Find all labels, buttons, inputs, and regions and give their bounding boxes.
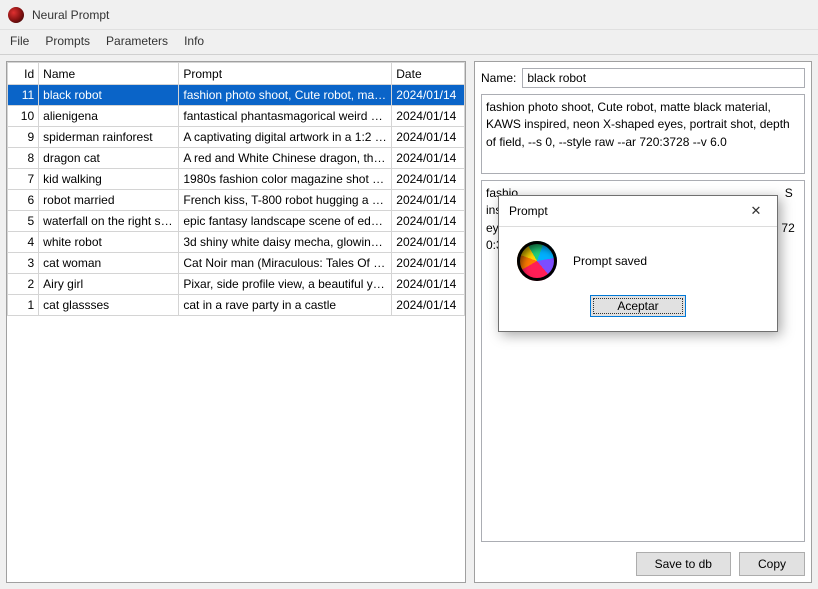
cell-date[interactable]: 2024/01/14 (392, 274, 465, 295)
dialog-title-text: Prompt (509, 204, 548, 218)
table-row[interactable]: 11black robotfashion photo shoot, Cute r… (8, 85, 465, 106)
header-date[interactable]: Date (392, 63, 465, 85)
table-row[interactable]: 6robot marriedFrench kiss, T-800 robot h… (8, 190, 465, 211)
cell-name[interactable]: robot married (39, 190, 179, 211)
cell-name[interactable]: black robot (39, 85, 179, 106)
menu-file[interactable]: File (4, 32, 35, 50)
cell-id[interactable]: 2 (8, 274, 39, 295)
cell-date[interactable]: 2024/01/14 (392, 148, 465, 169)
cell-prompt[interactable]: 3d shiny white daisy mecha, glowing yell… (179, 232, 392, 253)
menubar: File Prompts Parameters Info (0, 30, 818, 52)
table-row[interactable]: 1cat glasssescat in a rave party in a ca… (8, 295, 465, 316)
dialog-body: Prompt saved (499, 227, 777, 291)
table-header-row: Id Name Prompt Date (8, 63, 465, 85)
cell-prompt[interactable]: epic fantasy landscape scene of edge of.… (179, 211, 392, 232)
table-row[interactable]: 5waterfall on the right sideepic fantasy… (8, 211, 465, 232)
dialog-ok-button[interactable]: Aceptar (590, 295, 685, 317)
cell-id[interactable]: 1 (8, 295, 39, 316)
cell-name[interactable]: kid walking (39, 169, 179, 190)
cell-prompt[interactable]: fashion photo shoot, Cute robot, matte .… (179, 85, 392, 106)
cell-prompt[interactable]: fantastical phantasmagorical weird creat… (179, 106, 392, 127)
table-row[interactable]: 10alienigenafantastical phantasmagorical… (8, 106, 465, 127)
dialog-close-button[interactable]: ✕ (743, 202, 769, 220)
cell-date[interactable]: 2024/01/14 (392, 232, 465, 253)
cell-name[interactable]: waterfall on the right side (39, 211, 179, 232)
app-icon (8, 7, 24, 23)
cell-date[interactable]: 2024/01/14 (392, 127, 465, 148)
cell-name[interactable]: alienigena (39, 106, 179, 127)
prompt-text-box[interactable]: fashion photo shoot, Cute robot, matte b… (481, 94, 805, 174)
cell-prompt[interactable]: Pixar, side profile view, a beautiful yo… (179, 274, 392, 295)
cell-prompt[interactable]: A captivating digital artwork in a 1:2 a… (179, 127, 392, 148)
cell-name[interactable]: white robot (39, 232, 179, 253)
cell-id[interactable]: 10 (8, 106, 39, 127)
cell-prompt[interactable]: 1980s fashion color magazine shot again.… (179, 169, 392, 190)
cell-id[interactable]: 8 (8, 148, 39, 169)
titlebar: Neural Prompt (0, 0, 818, 30)
table-row[interactable]: 9spiderman rainforestA captivating digit… (8, 127, 465, 148)
cell-prompt[interactable]: Cat Noir man (Miraculous: Tales Of Lady.… (179, 253, 392, 274)
cell-name[interactable]: dragon cat (39, 148, 179, 169)
dialog-message: Prompt saved (573, 254, 647, 268)
close-icon: ✕ (751, 203, 762, 219)
button-row: Save to db Copy (481, 552, 805, 576)
copy-button[interactable]: Copy (739, 552, 805, 576)
table-row[interactable]: 3cat womanCat Noir man (Miraculous: Tale… (8, 253, 465, 274)
cell-prompt[interactable]: French kiss, T-800 robot hugging a blon.… (179, 190, 392, 211)
cell-id[interactable]: 4 (8, 232, 39, 253)
dialog-footer: Aceptar (499, 291, 777, 331)
cell-prompt[interactable]: cat in a rave party in a castle (179, 295, 392, 316)
cell-id[interactable]: 11 (8, 85, 39, 106)
header-name[interactable]: Name (39, 63, 179, 85)
table-row[interactable]: 4white robot3d shiny white daisy mecha, … (8, 232, 465, 253)
cell-prompt[interactable]: A red and White Chinese dragon, the dr..… (179, 148, 392, 169)
name-label: Name: (481, 71, 516, 85)
name-row: Name: (481, 68, 805, 88)
cell-date[interactable]: 2024/01/14 (392, 211, 465, 232)
cell-date[interactable]: 2024/01/14 (392, 85, 465, 106)
name-input[interactable] (522, 68, 805, 88)
cell-name[interactable]: cat woman (39, 253, 179, 274)
cell-id[interactable]: 5 (8, 211, 39, 232)
cell-id[interactable]: 3 (8, 253, 39, 274)
table-row[interactable]: 8dragon catA red and White Chinese drago… (8, 148, 465, 169)
prompts-table-panel: Id Name Prompt Date 11black robotfashion… (6, 61, 466, 583)
cell-name[interactable]: Airy girl (39, 274, 179, 295)
cell-name[interactable]: spiderman rainforest (39, 127, 179, 148)
app-title: Neural Prompt (32, 8, 109, 22)
cell-name[interactable]: cat glassses (39, 295, 179, 316)
prompt-saved-dialog: Prompt ✕ Prompt saved Aceptar (498, 195, 778, 332)
menu-parameters[interactable]: Parameters (100, 32, 174, 50)
menu-prompts[interactable]: Prompts (39, 32, 96, 50)
table-row[interactable]: 2Airy girlPixar, side profile view, a be… (8, 274, 465, 295)
dialog-titlebar: Prompt ✕ (499, 196, 777, 227)
cell-id[interactable]: 9 (8, 127, 39, 148)
dialog-icon (517, 241, 557, 281)
cell-id[interactable]: 7 (8, 169, 39, 190)
prompts-table[interactable]: Id Name Prompt Date 11black robotfashion… (7, 62, 465, 316)
header-id[interactable]: Id (8, 63, 39, 85)
cell-date[interactable]: 2024/01/14 (392, 253, 465, 274)
cell-date[interactable]: 2024/01/14 (392, 106, 465, 127)
table-row[interactable]: 7kid walking1980s fashion color magazine… (8, 169, 465, 190)
cell-date[interactable]: 2024/01/14 (392, 295, 465, 316)
cell-date[interactable]: 2024/01/14 (392, 190, 465, 211)
menu-info[interactable]: Info (178, 32, 210, 50)
header-prompt[interactable]: Prompt (179, 63, 392, 85)
cell-date[interactable]: 2024/01/14 (392, 169, 465, 190)
save-to-db-button[interactable]: Save to db (636, 552, 731, 576)
cell-id[interactable]: 6 (8, 190, 39, 211)
